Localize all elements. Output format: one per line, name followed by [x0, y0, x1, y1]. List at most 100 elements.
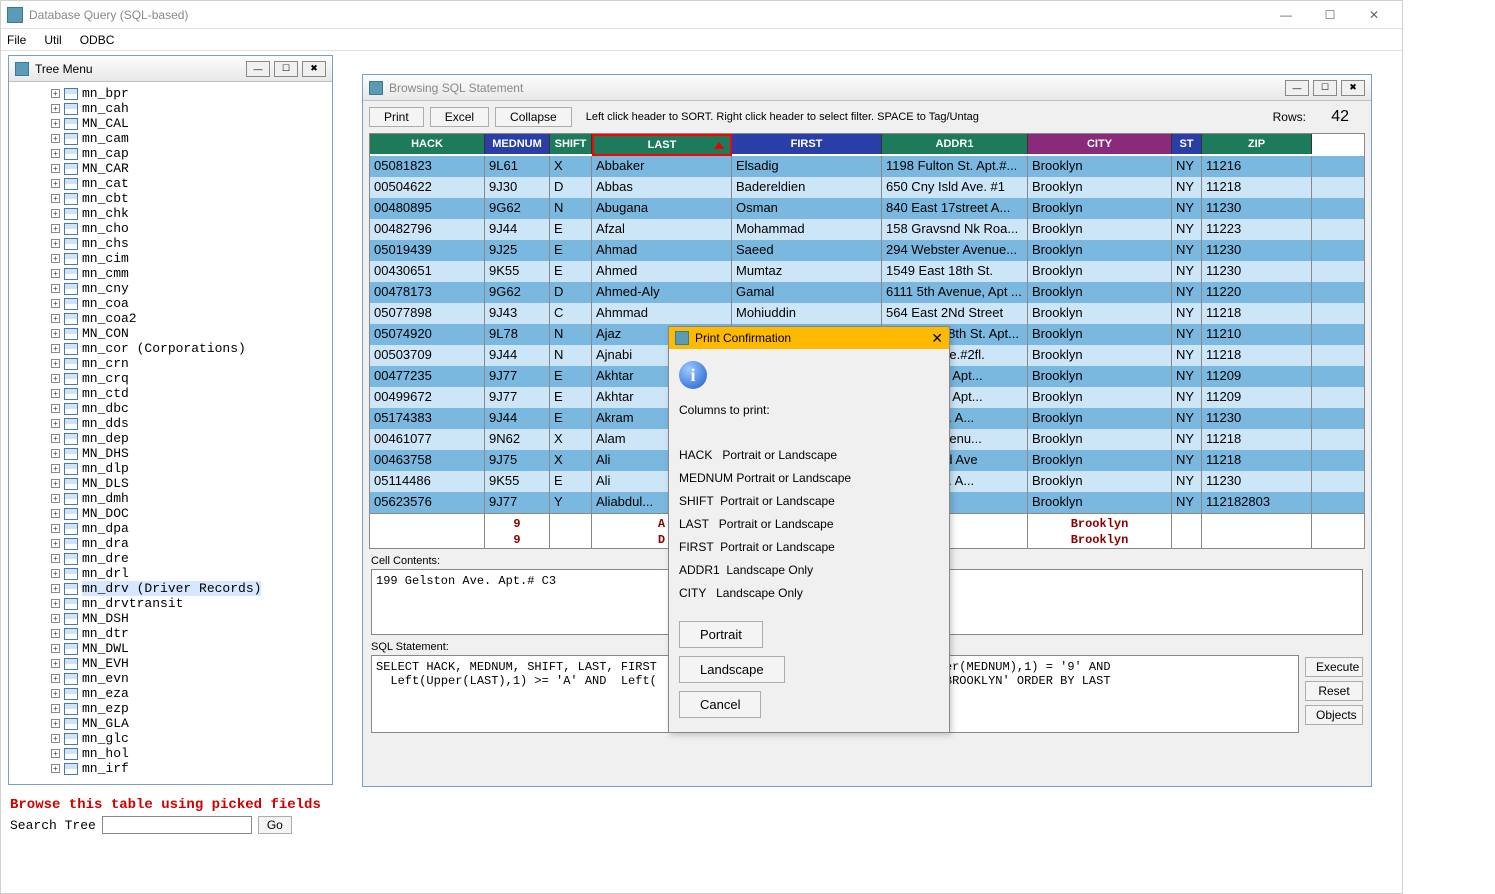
cell[interactable]: Saeed — [732, 240, 882, 261]
tree-item[interactable]: +mn_cap — [11, 146, 330, 161]
cell[interactable]: 00477235 — [370, 366, 485, 387]
cell[interactable]: 9K55 — [485, 471, 550, 492]
expand-icon[interactable]: + — [51, 689, 60, 698]
cell[interactable]: 294 Webster Avenue... — [882, 240, 1028, 261]
expand-icon[interactable]: + — [51, 314, 60, 323]
minimize-button[interactable]: — — [1264, 1, 1308, 29]
cell[interactable]: N — [550, 324, 592, 345]
tree-item[interactable]: +MN_DWL — [11, 641, 330, 656]
browse-minimize-button[interactable]: — — [1285, 80, 1309, 96]
expand-icon[interactable]: + — [51, 149, 60, 158]
tree-item[interactable]: +MN_GLA — [11, 716, 330, 731]
cell[interactable]: Brooklyn — [1028, 261, 1172, 282]
cell[interactable]: Brooklyn — [1028, 471, 1172, 492]
landscape-button[interactable]: Landscape — [679, 656, 785, 683]
cell[interactable]: NY — [1172, 408, 1202, 429]
cell[interactable]: Ahmad — [592, 240, 732, 261]
cell[interactable]: 11218 — [1202, 303, 1312, 324]
cell[interactable]: 650 Cny Isld Ave. #1 — [882, 177, 1028, 198]
cell[interactable]: Gamal — [732, 282, 882, 303]
expand-icon[interactable]: + — [51, 479, 60, 488]
cell[interactable]: 9J75 — [485, 450, 550, 471]
cell[interactable]: 11230 — [1202, 261, 1312, 282]
cell[interactable]: E — [550, 471, 592, 492]
tree-item[interactable]: +MN_CON — [11, 326, 330, 341]
tree-item[interactable]: +MN_EVH — [11, 656, 330, 671]
cell[interactable]: 9J77 — [485, 387, 550, 408]
cell[interactable]: NY — [1172, 345, 1202, 366]
expand-icon[interactable]: + — [51, 764, 60, 773]
cell[interactable]: 11209 — [1202, 387, 1312, 408]
cell[interactable]: 05623576 — [370, 492, 485, 513]
expand-icon[interactable]: + — [51, 539, 60, 548]
col-first[interactable]: FIRST — [732, 134, 882, 154]
cell[interactable]: 6111 5th Avenue, Apt ... — [882, 282, 1028, 303]
tree-item[interactable]: +mn_coa2 — [11, 311, 330, 326]
cell[interactable]: 05174383 — [370, 408, 485, 429]
tree-item[interactable]: +mn_irf — [11, 761, 330, 776]
cell[interactable]: E — [550, 219, 592, 240]
cell[interactable]: NY — [1172, 156, 1202, 177]
tree-item[interactable]: +mn_drvtransit — [11, 596, 330, 611]
cell[interactable]: NY — [1172, 471, 1202, 492]
expand-icon[interactable]: + — [51, 524, 60, 533]
cell[interactable]: Brooklyn — [1028, 198, 1172, 219]
cell[interactable]: Brooklyn — [1028, 219, 1172, 240]
cell[interactable]: 840 East 17street A... — [882, 198, 1028, 219]
col-hack[interactable]: HACK — [370, 134, 485, 154]
collapse-button[interactable]: Collapse — [495, 107, 572, 127]
tree-item[interactable]: +mn_crn — [11, 356, 330, 371]
expand-icon[interactable]: + — [51, 224, 60, 233]
col-st[interactable]: ST — [1172, 134, 1202, 154]
cell[interactable]: 1198 Fulton St. Apt.#... — [882, 156, 1028, 177]
portrait-button[interactable]: Portrait — [679, 621, 763, 648]
cell[interactable]: NY — [1172, 429, 1202, 450]
tree-item[interactable]: +mn_dra — [11, 536, 330, 551]
cell[interactable]: 11220 — [1202, 282, 1312, 303]
print-button[interactable]: Print — [369, 107, 424, 127]
execute-button[interactable]: Execute — [1305, 657, 1363, 677]
table-row[interactable]: 004306519K55EAhmedMumtaz1549 East 18th S… — [370, 261, 1364, 282]
tree-item[interactable]: +mn_drv (Driver Records) — [11, 581, 330, 596]
menu-util[interactable]: Util — [44, 33, 61, 47]
tree-item[interactable]: +mn_cor (Corporations) — [11, 341, 330, 356]
cell[interactable]: NY — [1172, 492, 1202, 513]
cell[interactable]: 00430651 — [370, 261, 485, 282]
col-mednum[interactable]: MEDNUM — [485, 134, 550, 154]
cell[interactable]: 11209 — [1202, 366, 1312, 387]
table-row[interactable]: 050194399J25EAhmadSaeed294 Webster Avenu… — [370, 240, 1364, 261]
cell[interactable]: 158 Gravsnd Nk Roa... — [882, 219, 1028, 240]
expand-icon[interactable]: + — [51, 254, 60, 263]
cell[interactable]: 9J25 — [485, 240, 550, 261]
cell[interactable]: 00480895 — [370, 198, 485, 219]
tree-item[interactable]: +mn_coa — [11, 296, 330, 311]
tree-item[interactable]: +MN_DSH — [11, 611, 330, 626]
cell[interactable]: 1549 East 18th St. — [882, 261, 1028, 282]
tree-item[interactable]: +MN_CAR — [11, 161, 330, 176]
table-row[interactable]: 004827969J44EAfzalMohammad158 Gravsnd Nk… — [370, 219, 1364, 240]
cell[interactable]: Brooklyn — [1028, 156, 1172, 177]
browse-close-button[interactable]: ✖ — [1341, 80, 1365, 96]
tree-item[interactable]: +mn_cim — [11, 251, 330, 266]
expand-icon[interactable]: + — [51, 389, 60, 398]
cell[interactable]: 9N62 — [485, 429, 550, 450]
expand-icon[interactable]: + — [51, 659, 60, 668]
cell[interactable]: Mumtaz — [732, 261, 882, 282]
cell[interactable]: E — [550, 366, 592, 387]
table-row[interactable]: 050818239L61XAbbakerElsadig1198 Fulton S… — [370, 156, 1364, 177]
expand-icon[interactable]: + — [51, 554, 60, 563]
tree-item[interactable]: +mn_dre — [11, 551, 330, 566]
cell[interactable]: 05114486 — [370, 471, 485, 492]
cell[interactable]: 00461077 — [370, 429, 485, 450]
cell[interactable]: Y — [550, 492, 592, 513]
cell[interactable]: Abbas — [592, 177, 732, 198]
cell[interactable]: 9J44 — [485, 408, 550, 429]
tree-item[interactable]: +mn_cat — [11, 176, 330, 191]
expand-icon[interactable]: + — [51, 344, 60, 353]
expand-icon[interactable]: + — [51, 299, 60, 308]
tree-item[interactable]: +mn_dep — [11, 431, 330, 446]
expand-icon[interactable]: + — [51, 614, 60, 623]
tree-item[interactable]: +mn_dbc — [11, 401, 330, 416]
cell[interactable]: NY — [1172, 366, 1202, 387]
cell[interactable]: Brooklyn — [1028, 429, 1172, 450]
